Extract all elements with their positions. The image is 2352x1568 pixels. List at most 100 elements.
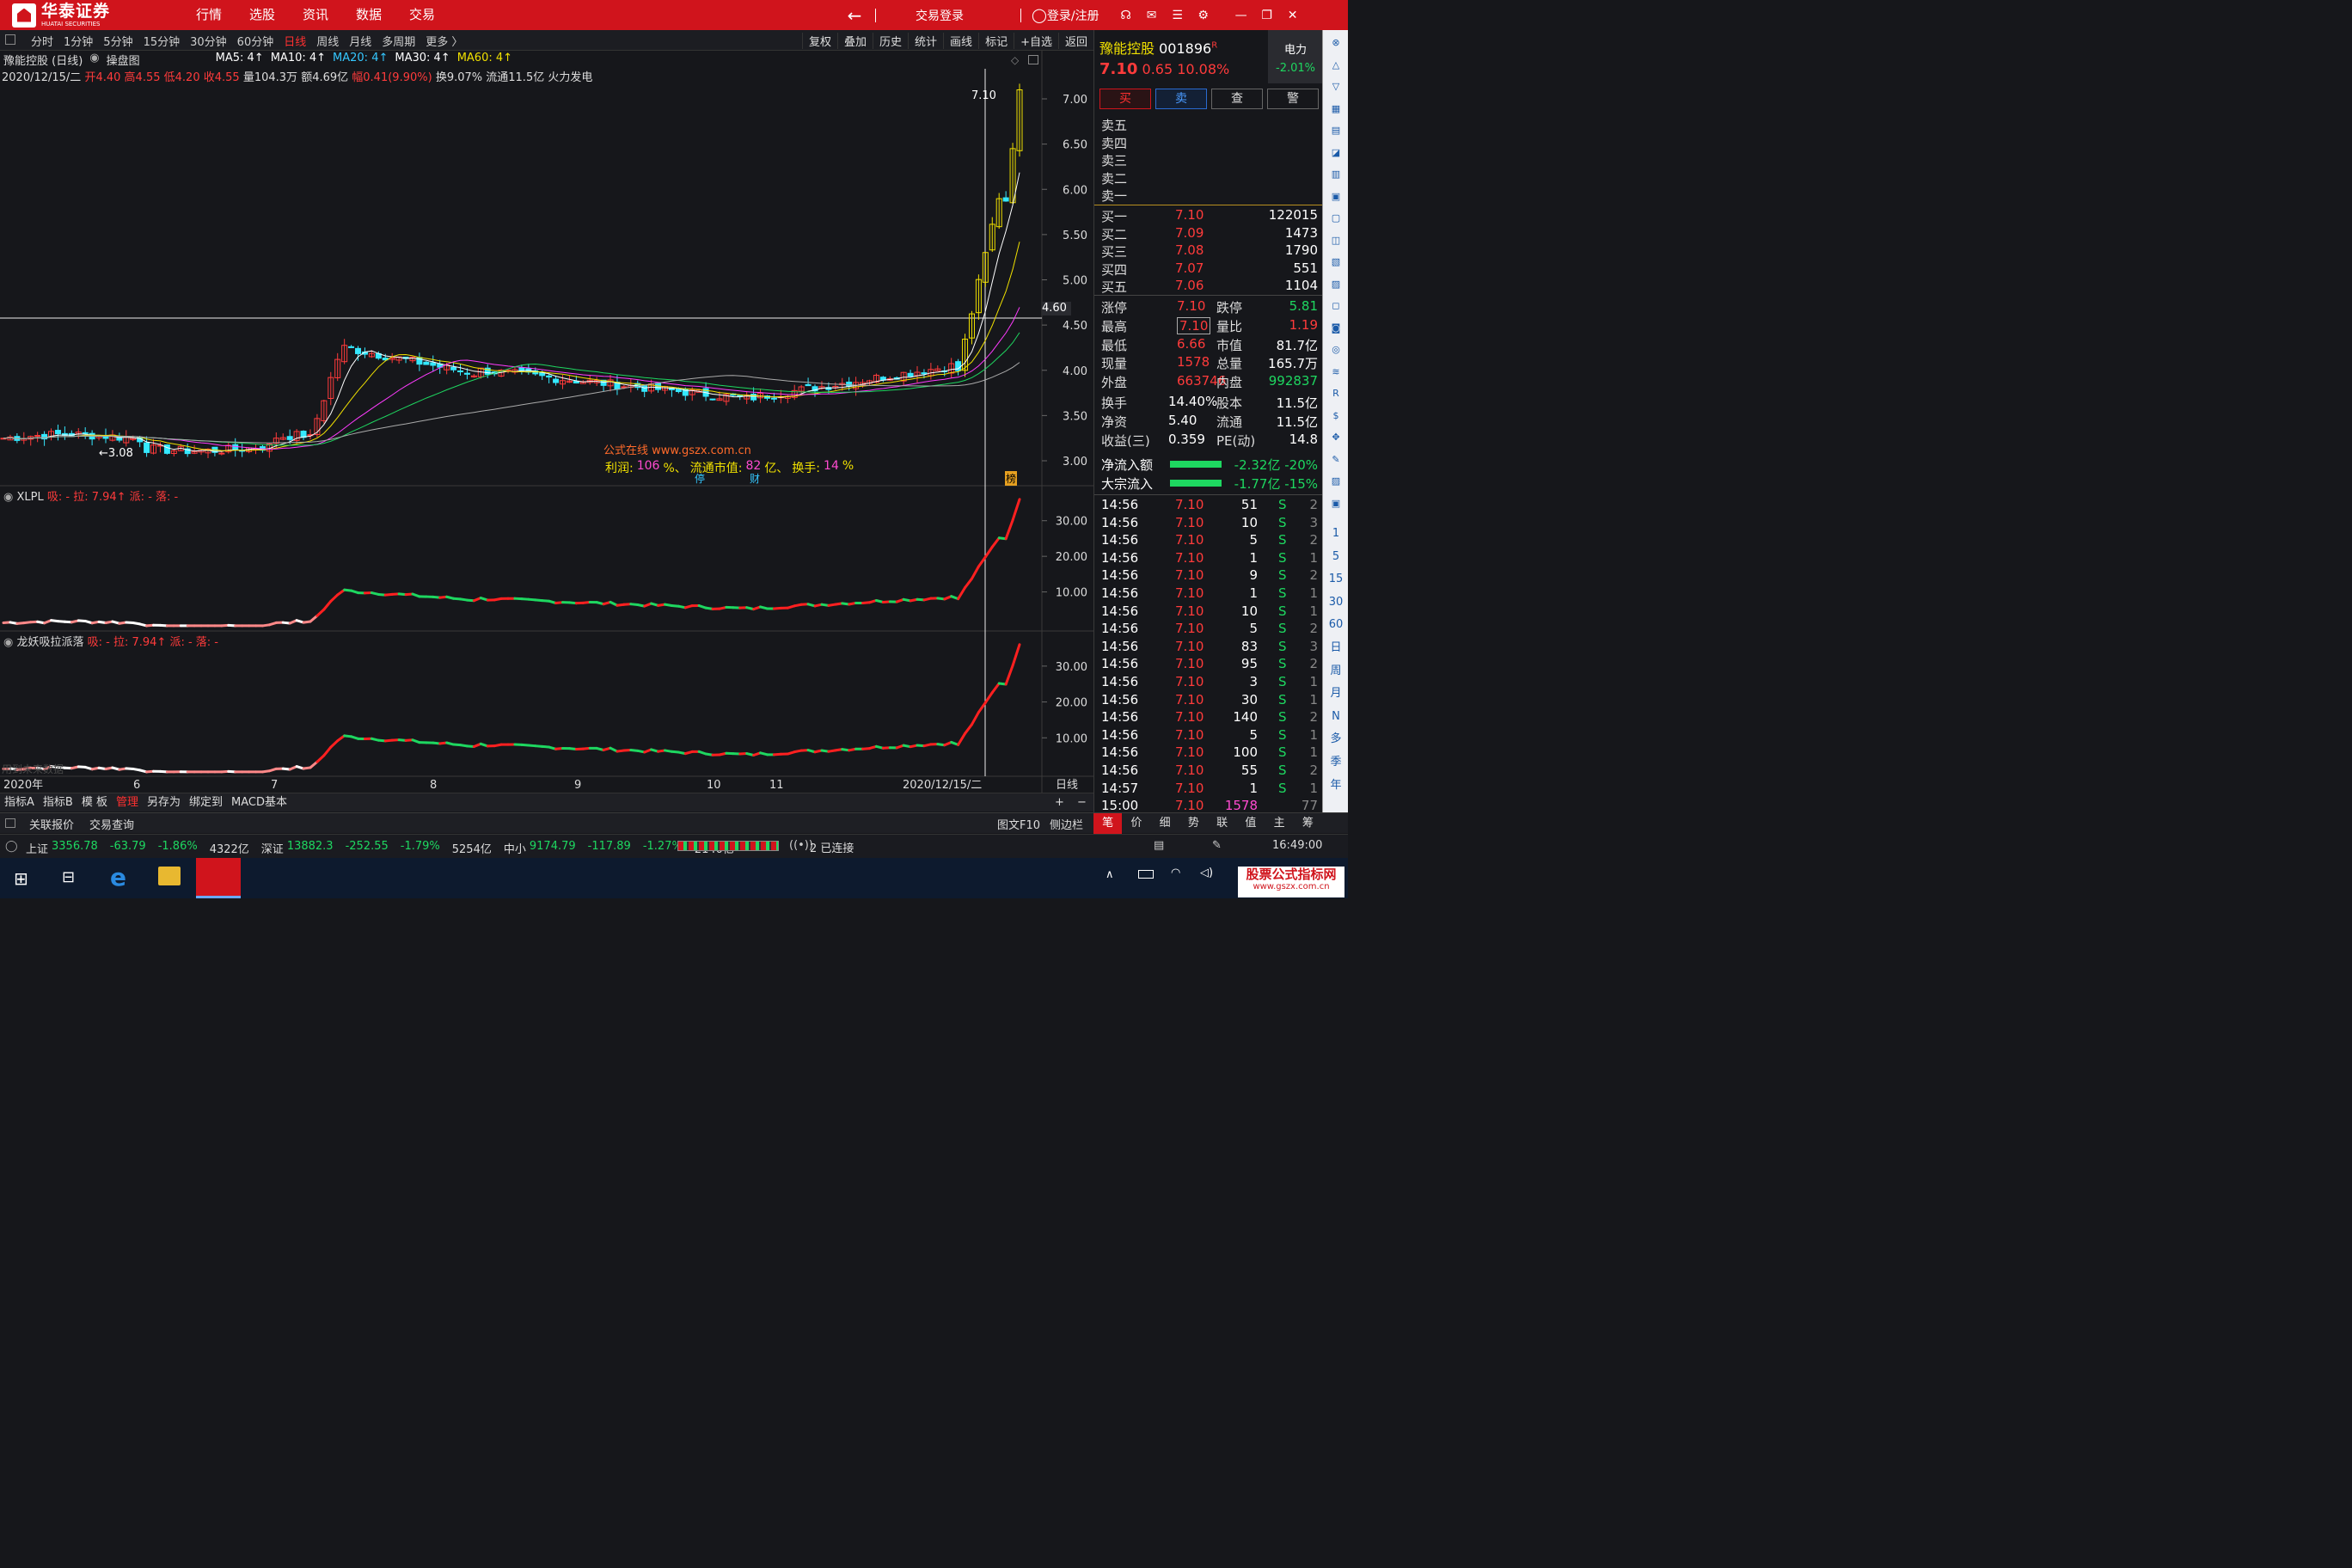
period-15min[interactable]: 15分钟 xyxy=(138,33,186,49)
sidebar-tool-icon-10[interactable]: ▧ xyxy=(1326,253,1346,272)
sidebar-period-4[interactable]: 60 xyxy=(1326,616,1346,634)
indicator1-collapse-icon[interactable]: ◉ xyxy=(3,491,13,504)
trade-query-tab[interactable]: 交易查询 xyxy=(89,816,134,832)
sidebar-period-9[interactable]: 多 xyxy=(1326,730,1346,749)
zoom-out-icon[interactable]: − xyxy=(1073,793,1091,812)
indicator2-collapse-icon[interactable]: ◉ xyxy=(3,636,13,649)
sidebar-tool-icon-19[interactable]: ✎ xyxy=(1326,450,1346,469)
windows-start-icon[interactable]: ⊞ xyxy=(14,868,28,889)
mail-icon[interactable]: ✉ xyxy=(1139,9,1165,22)
sidebar-tool-icon-13[interactable]: ◙ xyxy=(1326,319,1346,338)
login-register-link[interactable]: 登录/注册 xyxy=(1047,7,1099,24)
quote-tab-0[interactable]: 笔 xyxy=(1093,813,1123,834)
tool-history[interactable]: 历史 xyxy=(873,32,908,49)
menu-icon[interactable]: ☰ xyxy=(1165,9,1191,22)
edge-browser-icon[interactable]: e xyxy=(110,863,126,891)
volume-icon[interactable]: ◁) xyxy=(1200,867,1213,879)
nav-market[interactable]: 行情 xyxy=(182,0,236,30)
sidebar-period-1[interactable]: 5 xyxy=(1326,548,1346,567)
sidebar-period-5[interactable]: 日 xyxy=(1326,639,1346,658)
wifi-icon[interactable]: ◠ xyxy=(1171,867,1180,879)
bid-row-1[interactable]: 买二 7.09 1473 xyxy=(1101,225,1318,243)
ask-row-0[interactable]: 卖五 xyxy=(1101,116,1318,134)
bid-row-4[interactable]: 买五 7.06 1104 xyxy=(1101,278,1318,296)
tab-manage[interactable]: 管理 xyxy=(112,793,143,812)
sidebar-tool-icon-12[interactable]: ◻ xyxy=(1326,297,1346,315)
buy-button[interactable]: 买 xyxy=(1099,89,1151,109)
sidebar-tool-icon-17[interactable]: $ xyxy=(1326,407,1346,426)
tool-fuquan[interactable]: 复权 xyxy=(801,32,837,49)
sidebar-tool-icon-9[interactable]: ◫ xyxy=(1326,231,1346,250)
related-quote-tab[interactable]: 关联报价 xyxy=(29,816,74,832)
sidebar-tool-icon-20[interactable]: ▨ xyxy=(1326,472,1346,491)
tab-macd[interactable]: MACD基本 xyxy=(227,793,291,812)
quote-tab-3[interactable]: 势 xyxy=(1179,813,1208,834)
restore-icon[interactable]: ❐ xyxy=(1254,9,1280,22)
sidebar-tool-icon-1[interactable]: △ xyxy=(1326,56,1346,75)
tool-draw[interactable]: 画线 xyxy=(943,32,978,49)
gear-icon[interactable]: ⚙ xyxy=(1191,9,1216,22)
diamond-icon[interactable]: ◇ xyxy=(1011,54,1019,66)
quote-tab-6[interactable]: 主 xyxy=(1265,813,1294,834)
ask-row-1[interactable]: 卖四 xyxy=(1101,134,1318,152)
bid-row-3[interactable]: 买四 7.07 551 xyxy=(1101,260,1318,279)
sidebar-period-6[interactable]: 周 xyxy=(1326,662,1346,681)
bid-row-2[interactable]: 买三 7.08 1790 xyxy=(1101,242,1318,260)
tray-up-icon[interactable]: ∧ xyxy=(1106,868,1114,881)
sidebar-period-10[interactable]: 季 xyxy=(1326,753,1346,772)
nav-news[interactable]: 资讯 xyxy=(289,0,342,30)
sector-box[interactable]: 电力 -2.01% xyxy=(1268,30,1323,83)
quote-tab-1[interactable]: 价 xyxy=(1122,813,1150,834)
index-name-1[interactable]: 深证 xyxy=(261,840,284,856)
period-30min[interactable]: 30分钟 xyxy=(185,33,232,49)
index-name-0[interactable]: 上证 xyxy=(26,840,48,856)
user-icon[interactable]: ◯ xyxy=(1032,7,1047,23)
toggle-panel-icon[interactable] xyxy=(5,34,15,45)
tab-indicator-a[interactable]: 指标A xyxy=(0,793,39,812)
index-name-2[interactable]: 中小 xyxy=(504,840,526,856)
sidebar-tool-icon-11[interactable]: ▨ xyxy=(1326,275,1346,294)
sidebar-tool-icon-0[interactable]: ⊗ xyxy=(1326,34,1346,52)
sidebar-tool-icon-6[interactable]: ▥ xyxy=(1326,165,1346,184)
tool-back[interactable]: 返回 xyxy=(1057,32,1093,49)
sidebar-button[interactable]: 侧边栏 xyxy=(1050,816,1083,832)
sidebar-tool-icon-3[interactable]: ▦ xyxy=(1326,100,1346,119)
sidebar-tool-icon-14[interactable]: ◎ xyxy=(1326,340,1346,359)
sidebar-tool-icon-15[interactable]: ≋ xyxy=(1326,363,1346,382)
period-5min[interactable]: 5分钟 xyxy=(98,33,138,49)
tab-bind[interactable]: 绑定到 xyxy=(185,793,227,812)
file-explorer-icon[interactable] xyxy=(158,867,181,885)
period-daily[interactable]: 日线 xyxy=(279,33,311,49)
calc-icon[interactable]: ▤ xyxy=(1154,839,1164,852)
f10-button[interactable]: 图文F10 xyxy=(997,816,1040,832)
tool-add-watchlist[interactable]: +自选 xyxy=(1014,32,1058,49)
tool-stats[interactable]: 统计 xyxy=(908,32,943,49)
period-more[interactable]: 更多 〉 xyxy=(420,33,468,49)
huatai-app-icon[interactable] xyxy=(196,858,241,898)
close-icon[interactable]: ✕ xyxy=(1280,9,1306,22)
period-multi[interactable]: 多周期 xyxy=(377,33,420,49)
period-60min[interactable]: 60分钟 xyxy=(232,33,279,49)
sidebar-tool-icon-8[interactable]: ▢ xyxy=(1326,209,1346,228)
kline-chart[interactable]: 7.00 6.50 6.00 5.50 5.00 4.50 4.00 3.50 3.00 30.0… xyxy=(0,51,1093,797)
sidebar-tool-icon-7[interactable]: ▣ xyxy=(1326,187,1346,206)
quote-tab-2[interactable]: 细 xyxy=(1151,813,1179,834)
panel-toggle-icon[interactable] xyxy=(1028,55,1038,64)
sidebar-tool-icon-21[interactable]: ▣ xyxy=(1326,494,1346,513)
nav-data[interactable]: 数据 xyxy=(342,0,395,30)
period-weekly[interactable]: 周线 xyxy=(311,33,344,49)
tab-template[interactable]: 模 板 xyxy=(77,793,112,812)
sidebar-period-8[interactable]: N xyxy=(1326,707,1346,726)
ask-row-3[interactable]: 卖二 xyxy=(1101,169,1318,187)
wrench-icon[interactable]: ✎ xyxy=(1212,839,1222,852)
query-button[interactable]: 查 xyxy=(1211,89,1263,109)
sidebar-tool-icon-4[interactable]: ▤ xyxy=(1326,121,1346,140)
zoom-in-icon[interactable]: + xyxy=(1050,793,1069,812)
status-toggle-icon[interactable] xyxy=(5,818,15,828)
ask-row-2[interactable]: 卖三 xyxy=(1101,151,1318,169)
tool-mark[interactable]: 标记 xyxy=(978,32,1014,49)
bid-row-0[interactable]: 买一 7.10 122015 xyxy=(1101,207,1318,225)
sidebar-period-7[interactable]: 月 xyxy=(1326,684,1346,703)
nav-stock-pick[interactable]: 选股 xyxy=(236,0,289,30)
period-1min[interactable]: 1分钟 xyxy=(58,33,98,49)
